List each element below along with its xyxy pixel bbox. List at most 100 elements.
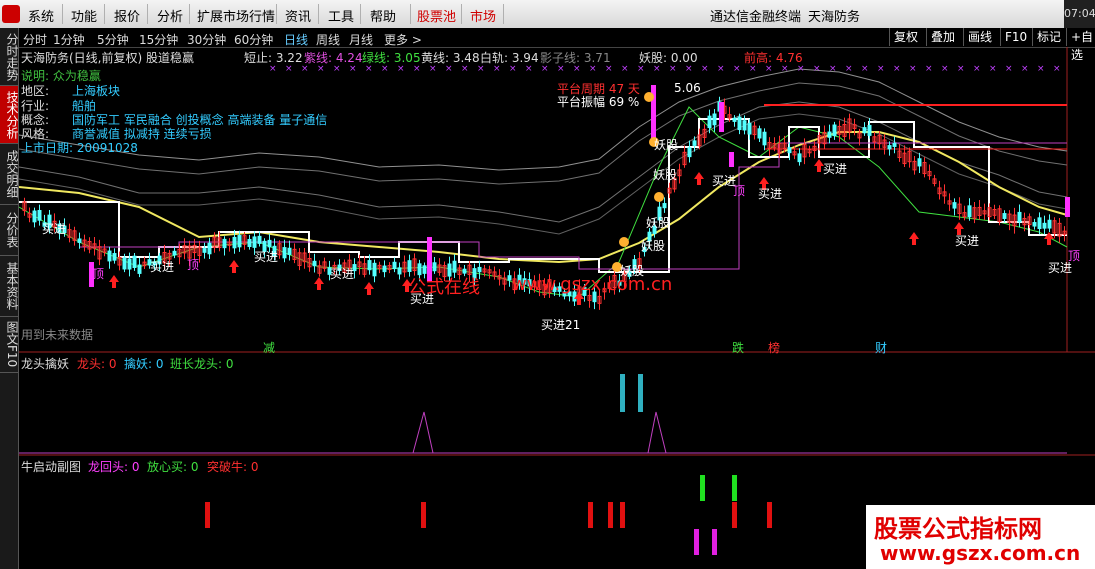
- x-marker: ×: [877, 64, 885, 74]
- pane3-magenta-bar: [712, 529, 717, 555]
- x-marker: ×: [1053, 64, 1061, 74]
- green-line-value: 绿线: 3.05: [362, 51, 421, 65]
- watermark-text: 公式在线: [408, 277, 480, 298]
- overlay-button[interactable]: 叠加: [926, 28, 959, 46]
- candle-body: [232, 236, 237, 249]
- x-marker: ×: [701, 64, 709, 74]
- candle-body: [797, 153, 802, 163]
- buy-arrow-icon: [694, 172, 704, 185]
- signal-ball-icon: [619, 237, 629, 247]
- candle-body: [732, 117, 737, 122]
- signal-ball-icon: [654, 192, 664, 202]
- candle-body: [312, 260, 317, 267]
- watermark-url: www.gszx.com.cn: [512, 274, 673, 295]
- pane2-dragon-head: 龙头: 0: [77, 357, 117, 371]
- candle-body: [32, 210, 37, 223]
- candle-body: [172, 250, 177, 256]
- menu-system[interactable]: 系统: [28, 6, 54, 25]
- pane2-cyan-bar-1: [620, 374, 625, 412]
- period-15min[interactable]: 15分钟: [139, 31, 178, 48]
- candle-body: [287, 247, 292, 255]
- buy-arrow-icon: [909, 232, 919, 245]
- buy-arrow-icon: [314, 277, 324, 290]
- candle-body: [432, 262, 437, 272]
- brand-url: www.gszx.com.cn: [880, 541, 1081, 565]
- period-60min[interactable]: 60分钟: [234, 31, 273, 48]
- candle-body: [452, 260, 457, 273]
- left-tabs: 分时走势 技术分析 成交明细 分价表 基本资料 图文F10: [0, 28, 19, 569]
- short-stop-value: 短止: 3.22: [244, 51, 303, 65]
- tab-time-sharing[interactable]: 分时走势: [0, 28, 19, 86]
- pane3-red-bar: [205, 502, 210, 528]
- mark-button[interactable]: 标记: [1032, 28, 1065, 46]
- candle-body: [37, 209, 42, 221]
- candle-body: [282, 247, 287, 259]
- period-30min[interactable]: 30分钟: [187, 31, 226, 48]
- x-marker: ×: [621, 64, 629, 74]
- tab-price-table[interactable]: 分价表: [0, 205, 19, 256]
- window-stock-name: 天海防务: [808, 10, 861, 25]
- f10-button[interactable]: F10: [1000, 28, 1031, 46]
- candle-body: [252, 236, 257, 248]
- menu-ext-market[interactable]: 扩展市场行情: [197, 6, 275, 25]
- candle-body: [737, 116, 742, 131]
- demon-label-4: 妖股: [653, 168, 678, 182]
- candle-body: [367, 260, 372, 271]
- menu-help[interactable]: 帮助: [370, 6, 396, 25]
- period-weekly[interactable]: 周线: [316, 31, 340, 48]
- menu-analysis[interactable]: 分析: [157, 6, 183, 25]
- tab-trade-detail[interactable]: 成交明细: [0, 144, 19, 205]
- buy-21-label: 买进21: [541, 318, 581, 332]
- tab-technical-analysis[interactable]: 技术分析: [0, 86, 19, 144]
- high-price-label: 5.06: [674, 81, 701, 95]
- period-1min[interactable]: 1分钟: [53, 31, 85, 48]
- menu-stock-pool[interactable]: 股票池: [417, 6, 456, 25]
- pane3-green-bar: [700, 475, 705, 501]
- magenta-bar-4: [729, 152, 734, 167]
- period-monthly[interactable]: 月线: [349, 31, 373, 48]
- platform-amplitude-label: 平台振幅 69 %: [557, 95, 640, 109]
- restore-right-button[interactable]: 复权: [889, 28, 922, 46]
- period-timeshare[interactable]: 分时: [23, 31, 47, 48]
- x-marker: ×: [861, 64, 869, 74]
- tab-f10[interactable]: 图文F10: [0, 317, 19, 373]
- candle-body: [132, 255, 137, 269]
- magenta-bar-5: [1065, 197, 1070, 217]
- menu-news[interactable]: 资讯: [285, 6, 311, 25]
- period-more[interactable]: 更多 >: [384, 31, 422, 48]
- candle-body: [77, 238, 82, 243]
- white-rail-value: 白轨: 3.94: [480, 51, 539, 65]
- candle-body: [122, 257, 127, 270]
- buy-label-9: 买进: [955, 234, 980, 248]
- x-marker: ×: [925, 64, 933, 74]
- draw-line-button[interactable]: 画线: [963, 28, 996, 46]
- tab-basic-info[interactable]: 基本资料: [0, 256, 19, 317]
- candle-body: [237, 235, 242, 248]
- x-marker: ×: [989, 64, 997, 74]
- candle-body: [832, 124, 837, 137]
- period-daily[interactable]: 日线: [284, 31, 308, 48]
- buy-label-1: 买进: [42, 222, 67, 236]
- pane2-catch-demon: 擒妖: 0: [124, 357, 164, 371]
- pane3-title: 牛启动副图: [21, 460, 82, 474]
- candle-body: [1042, 222, 1047, 229]
- candle-body: [762, 131, 767, 146]
- candle-body: [372, 262, 377, 277]
- menu-quote[interactable]: 报价: [114, 6, 140, 25]
- listing-date: 上市日期: 20091028: [21, 141, 138, 155]
- candle-body: [137, 264, 142, 274]
- menu-function[interactable]: 功能: [71, 6, 97, 25]
- candle-body: [1032, 222, 1037, 227]
- candle-body: [507, 275, 512, 281]
- add-watchlist-button[interactable]: +自选: [1066, 28, 1095, 62]
- menu-tools[interactable]: 工具: [328, 6, 354, 25]
- buy-arrow-icon: [229, 260, 239, 273]
- candle-body: [112, 253, 117, 261]
- menu-market[interactable]: 市场: [470, 6, 496, 25]
- list-marker: 榜: [768, 341, 781, 355]
- purple-line-value: 紫线: 4.24: [304, 51, 363, 65]
- pane3-red-bar: [732, 502, 737, 528]
- candle-body: [207, 242, 212, 255]
- period-5min[interactable]: 5分钟: [97, 31, 129, 48]
- brand-watermark: 股票公式指标网 www.gszx.com.cn: [866, 505, 1095, 569]
